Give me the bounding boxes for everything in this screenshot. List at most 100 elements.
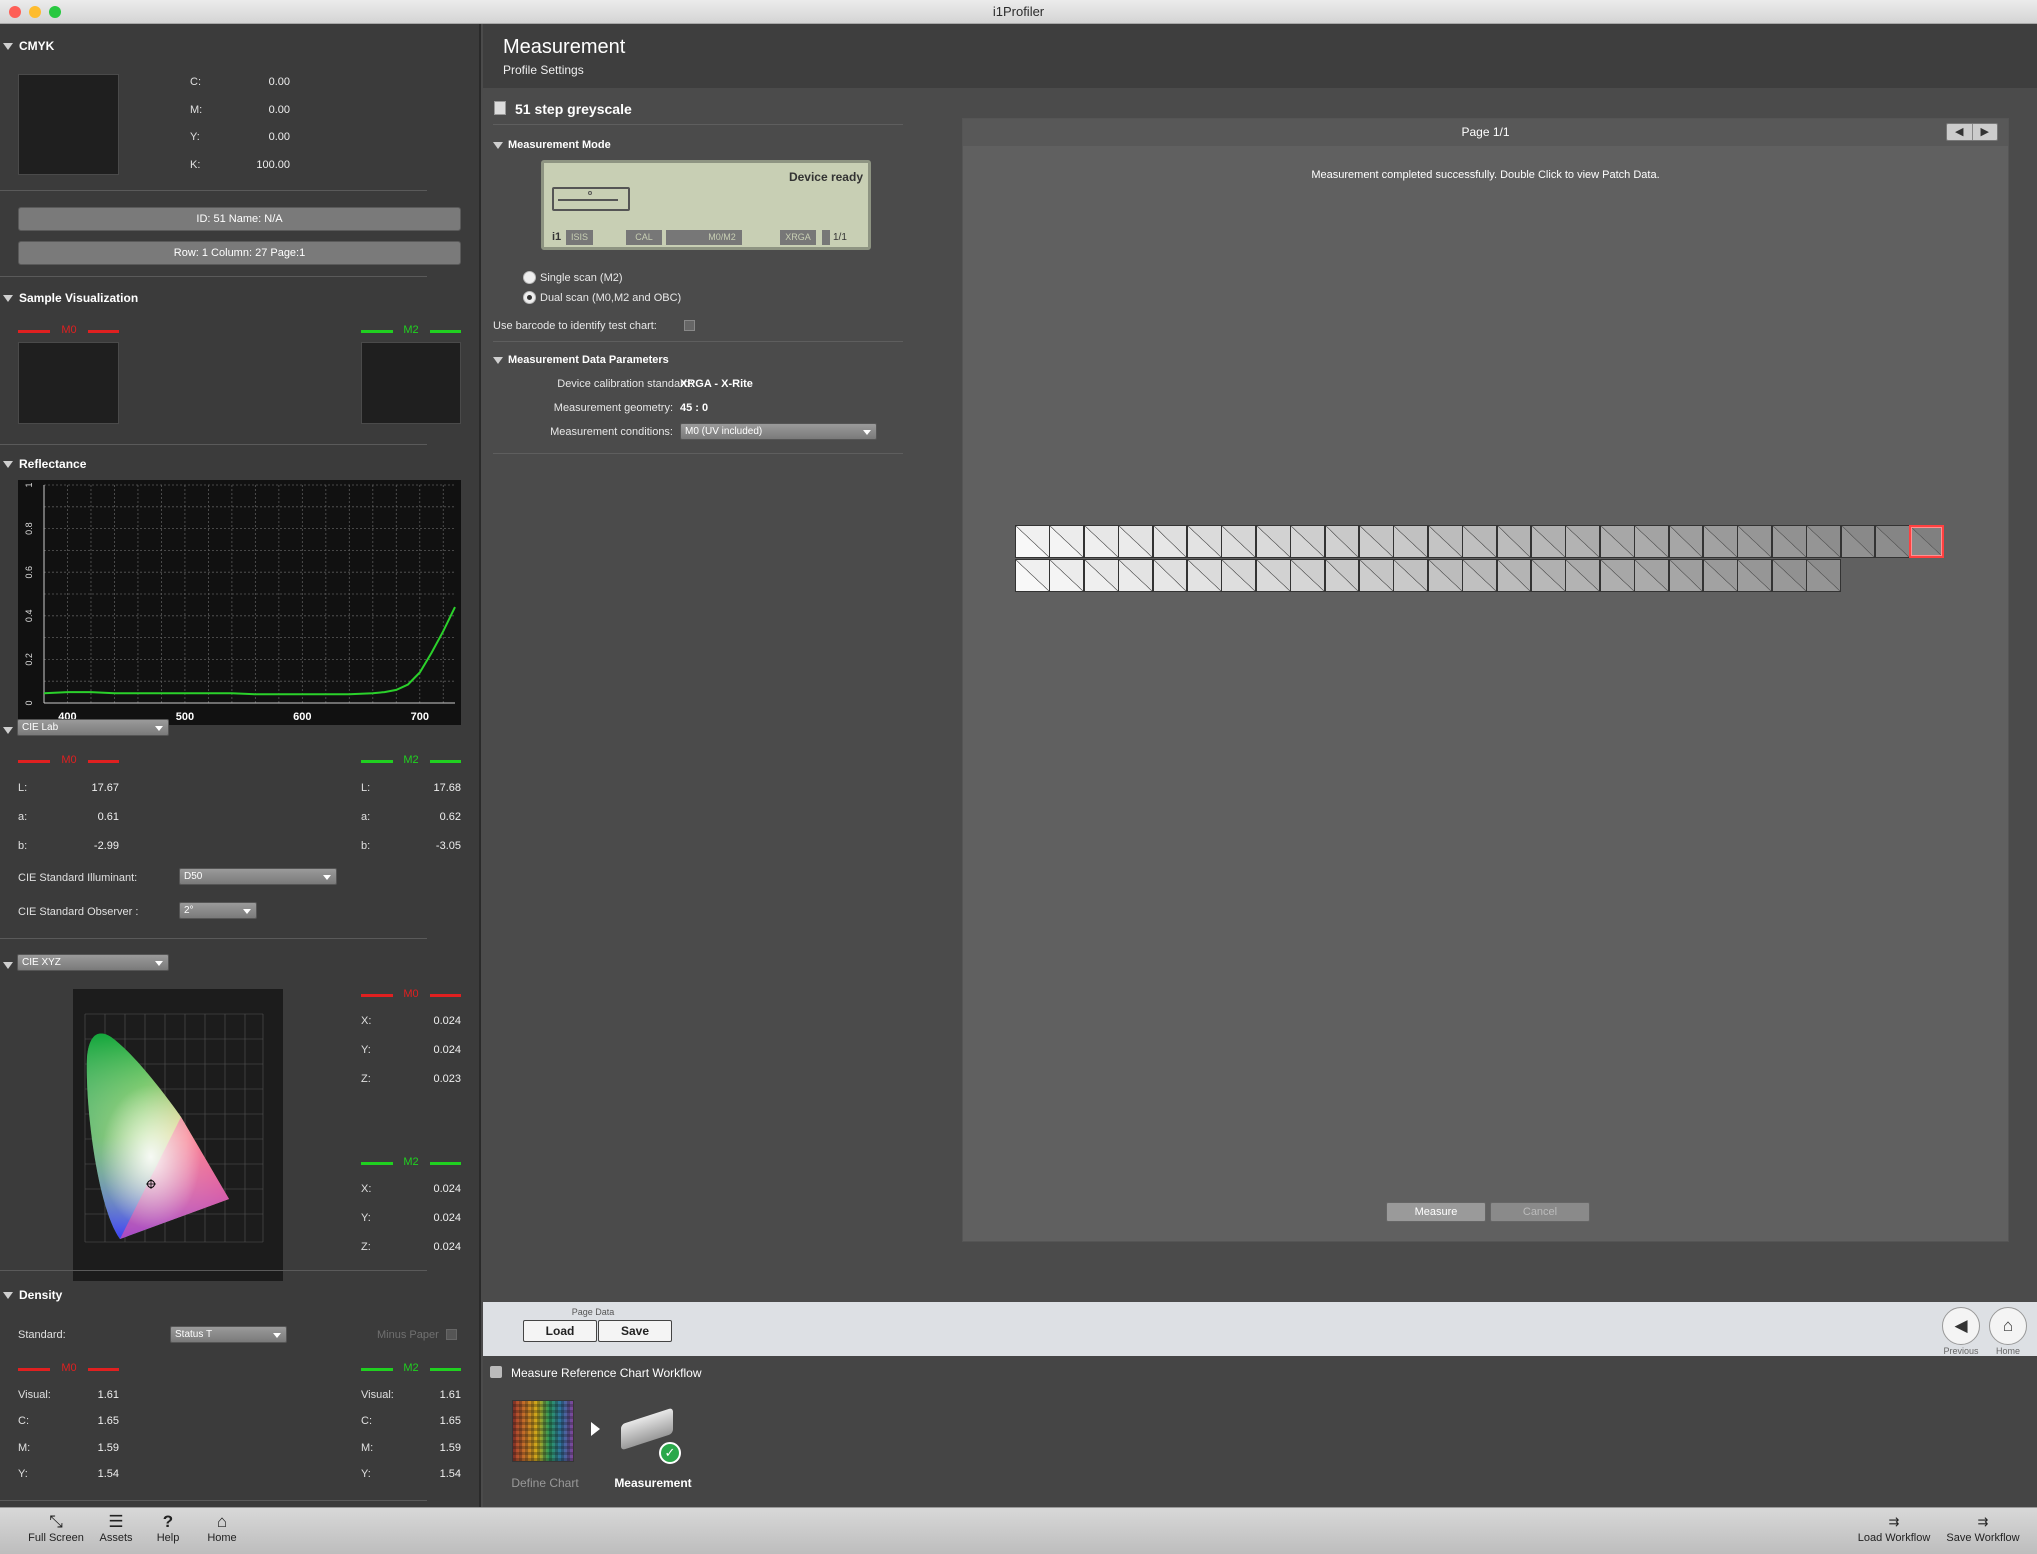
color-patch[interactable] [1015,525,1050,558]
color-patch[interactable] [1324,559,1360,592]
color-patch[interactable] [1668,525,1704,558]
previous-button[interactable]: ◀ [1942,1307,1980,1345]
cmyk-label: Y: [190,131,200,143]
color-patch[interactable] [1703,525,1738,558]
cancel-button[interactable]: Cancel [1490,1202,1590,1222]
color-patch[interactable] [1049,559,1085,592]
color-patch[interactable] [1806,559,1842,592]
color-patch[interactable] [1496,559,1532,592]
color-patch[interactable] [1531,559,1566,592]
barcode-checkbox[interactable] [684,320,695,331]
save-workflow-icon: ⇉ [1977,1514,1989,1529]
previous-label: Previous [1943,1346,1979,1356]
color-patch[interactable] [1083,525,1119,558]
help-button[interactable]: ? Help [146,1512,190,1544]
density-header[interactable]: Density [0,1288,62,1302]
color-patch[interactable] [1599,559,1635,592]
cmyk-header[interactable]: CMYK [0,39,54,53]
color-patch[interactable] [1083,559,1119,592]
color-patch[interactable] [1462,525,1498,558]
color-patch[interactable] [1049,525,1085,558]
color-patch[interactable] [1909,525,1945,558]
patch-id-bar: ID: 51 Name: N/A [18,207,461,231]
page-subtitle: Profile Settings [503,63,584,77]
assets-button[interactable]: ☰ Assets [94,1512,138,1544]
density-standard-dropdown[interactable]: Status T [170,1326,287,1343]
color-patch[interactable] [1427,525,1463,558]
home-button[interactable]: ⌂ Home [200,1512,244,1544]
minimize-window-button[interactable] [29,6,41,18]
color-patch[interactable] [1221,559,1257,592]
measurement-step[interactable]: ✓ [613,1398,685,1466]
color-space-dropdown[interactable]: CIE XYZ [17,954,169,971]
color-patch[interactable] [1668,559,1704,592]
previous-icon: ◀ [1954,1316,1968,1335]
color-patch[interactable] [1393,525,1429,558]
color-patch[interactable] [1565,559,1601,592]
color-patch[interactable] [1531,525,1566,558]
color-patch[interactable] [1703,559,1738,592]
color-patch[interactable] [1393,559,1429,592]
color-patch[interactable] [1771,559,1807,592]
assets-label: Assets [99,1532,133,1544]
color-patch[interactable] [1290,525,1326,558]
color-patch[interactable] [1187,525,1222,558]
color-patch[interactable] [1496,525,1532,558]
zoom-window-button[interactable] [49,6,61,18]
density-value: 1.61 [97,1389,119,1401]
color-patch[interactable] [1737,559,1773,592]
color-patch[interactable] [1359,525,1394,558]
define-chart-step[interactable] [512,1400,574,1462]
color-patch[interactable] [1221,525,1257,558]
color-patch[interactable] [1599,525,1635,558]
minus-paper-label: Minus Paper [377,1329,439,1341]
load-workflow-button[interactable]: ⇉ Load Workflow [1855,1512,1933,1544]
color-patch[interactable] [1875,525,1910,558]
load-button[interactable]: Load [523,1320,597,1342]
color-patch[interactable] [1634,559,1670,592]
measurement-mode-header[interactable]: Measurement Mode [493,139,611,151]
density-label: Visual: [18,1389,51,1401]
dual-scan-radio[interactable] [523,291,536,304]
measure-button[interactable]: Measure [1386,1202,1486,1222]
color-patch[interactable] [1427,559,1463,592]
minus-paper-checkbox[interactable] [446,1329,457,1340]
save-button[interactable]: Save [598,1320,672,1342]
color-patch[interactable] [1255,559,1291,592]
color-patch[interactable] [1840,525,1876,558]
density-value: 1.61 [439,1389,461,1401]
color-patch[interactable] [1806,525,1842,558]
observer-dropdown[interactable]: 2° [179,902,257,919]
home-nav-button[interactable]: ⌂ [1989,1307,2027,1345]
color-patch[interactable] [1118,525,1154,558]
patch-grid[interactable] [963,119,2008,1241]
sample-visualization-header[interactable]: Sample Visualization [0,291,138,305]
single-scan-radio[interactable] [523,271,536,284]
close-window-button[interactable] [9,6,21,18]
color-patch[interactable] [1634,525,1670,558]
conditions-dropdown[interactable]: M0 (UV included) [680,423,877,440]
reflectance-header[interactable]: Reflectance [0,457,86,471]
illuminant-dropdown[interactable]: D50 [179,868,337,885]
home-nav-label: Home [1995,1346,2020,1356]
color-patch[interactable] [1187,559,1222,592]
m2-marker [430,330,461,333]
m2-marker [430,1162,461,1165]
color-patch[interactable] [1118,559,1154,592]
color-patch[interactable] [1771,525,1807,558]
color-patch[interactable] [1324,525,1360,558]
full-screen-button[interactable]: ⤡ Full Screen [26,1512,86,1544]
measurement-data-params-header[interactable]: Measurement Data Parameters [493,354,669,366]
color-patch[interactable] [1359,559,1394,592]
density-value: 1.59 [439,1442,461,1454]
color-patch[interactable] [1152,525,1188,558]
color-space-dropdown[interactable]: CIE Lab [17,719,169,736]
color-patch[interactable] [1565,525,1601,558]
color-patch[interactable] [1152,559,1188,592]
color-patch[interactable] [1290,559,1326,592]
save-workflow-button[interactable]: ⇉ Save Workflow [1943,1512,2023,1544]
color-patch[interactable] [1737,525,1773,558]
color-patch[interactable] [1015,559,1050,592]
color-patch[interactable] [1255,525,1291,558]
color-patch[interactable] [1462,559,1498,592]
